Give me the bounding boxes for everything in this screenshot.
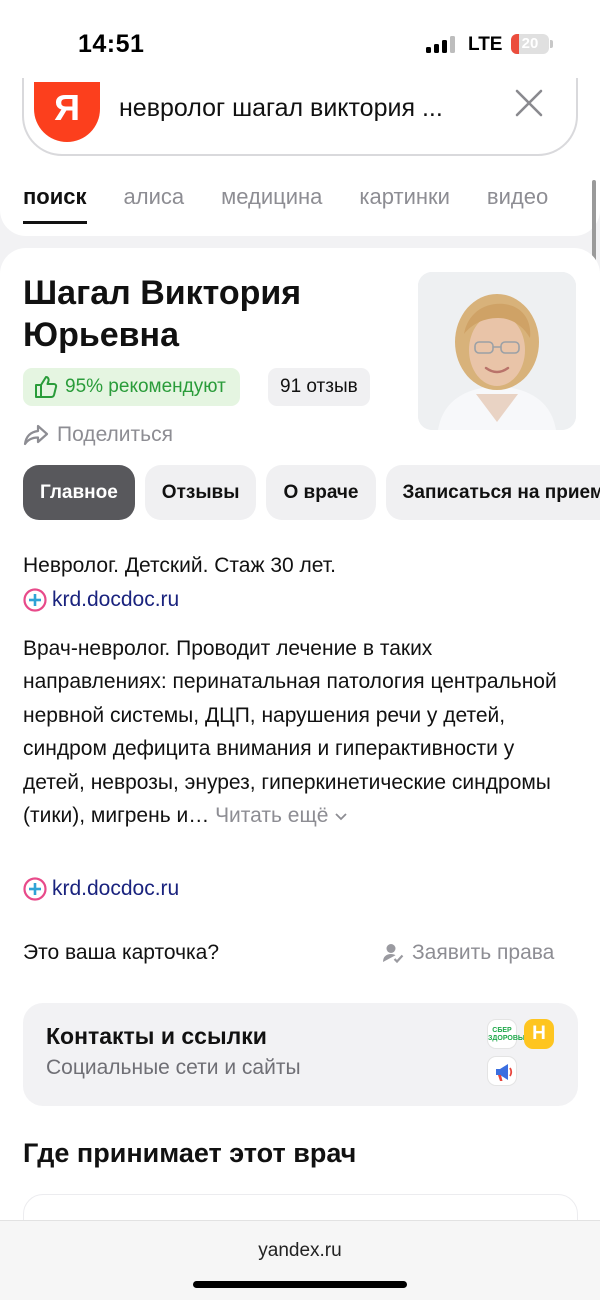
- claim-question: Это ваша карточка?: [23, 941, 220, 964]
- chip-main[interactable]: Главное: [23, 465, 135, 520]
- browser-bottom-bar: yandex.ru: [0, 1220, 600, 1300]
- share-button[interactable]: Поделиться: [23, 423, 173, 447]
- source-link-2[interactable]: krd.docdoc.ru: [23, 877, 179, 901]
- share-icon: [23, 424, 49, 446]
- home-indicator[interactable]: [193, 1281, 407, 1288]
- contacts-title: Контакты и ссылки: [46, 1023, 267, 1049]
- description-text: Врач-невролог. Проводит лечение в таких …: [23, 637, 557, 828]
- source-link-text: krd.docdoc.ru: [52, 877, 180, 900]
- doctor-summary: Невролог. Детский. Стаж 30 лет.: [23, 554, 336, 577]
- docdoc-icon: [23, 588, 47, 612]
- share-label: Поделиться: [57, 423, 173, 446]
- battery-tip: [550, 40, 553, 48]
- tab-images[interactable]: картинки: [359, 184, 450, 224]
- status-bar: 14:51 LTE 20: [0, 0, 600, 88]
- source-link[interactable]: krd.docdoc.ru: [23, 588, 179, 612]
- reviews-badge[interactable]: 91 отзыв: [268, 368, 370, 406]
- doctor-description: Врач-невролог. Проводит лечение в таких …: [23, 632, 578, 832]
- contacts-block[interactable]: Контакты и ссылки Социальные сети и сайт…: [23, 1003, 578, 1106]
- chip-about[interactable]: О враче: [266, 465, 376, 520]
- read-more-link[interactable]: Читать ещё: [215, 804, 348, 827]
- chevron-down-icon: [335, 813, 347, 821]
- status-time: 14:51: [78, 30, 145, 58]
- close-icon[interactable]: [512, 86, 546, 120]
- tab-alice[interactable]: алиса: [124, 184, 185, 224]
- network-label: LTE: [468, 34, 503, 55]
- read-more-label: Читать ещё: [215, 804, 329, 828]
- n-icon: Н: [524, 1019, 554, 1049]
- search-bar[interactable]: Я невролог шагал виктория ...: [22, 78, 578, 156]
- sber-zdorovie-icon: СБЕР ЗДОРОВЬЕ: [487, 1019, 528, 1049]
- chip-reviews[interactable]: Отзывы: [144, 465, 257, 520]
- doctor-card: Шагал Виктория Юрьевна 95% рекомендуют 9…: [0, 248, 600, 1228]
- scrollbar[interactable]: [592, 180, 596, 268]
- docdoc-icon: [23, 877, 47, 901]
- person-check-icon: [383, 944, 404, 964]
- yandex-logo[interactable]: Я: [34, 82, 100, 142]
- signal-icon: [426, 36, 455, 53]
- where-accepts-title: Где принимает этот врач: [23, 1138, 357, 1168]
- search-input[interactable]: невролог шагал виктория ...: [119, 94, 443, 123]
- contacts-subtitle: Социальные сети и сайты: [46, 1056, 301, 1079]
- tab-video[interactable]: видео: [487, 184, 548, 224]
- recommend-text: 95% рекомендуют: [65, 376, 226, 397]
- claim-rights-label: Заявить права: [412, 941, 555, 964]
- doctor-name: Шагал Виктория Юрьевна: [23, 274, 302, 354]
- doctor-photo[interactable]: [418, 272, 576, 430]
- chip-appointment[interactable]: Записаться на прием: [385, 465, 600, 520]
- url-bar[interactable]: yandex.ru: [0, 1240, 600, 1262]
- battery-icon: 20: [511, 34, 549, 54]
- recommend-badge[interactable]: 95% рекомендуют: [23, 368, 240, 406]
- header: Я невролог шагал виктория ... поиск алис…: [0, 78, 600, 236]
- search-tabs: поиск алиса медицина картинки видео: [23, 184, 548, 224]
- tab-search[interactable]: поиск: [23, 184, 87, 224]
- megaphone-icon: [487, 1056, 517, 1086]
- tab-medicine[interactable]: медицина: [221, 184, 322, 224]
- source-link-text: krd.docdoc.ru: [52, 588, 180, 611]
- section-chips: Главное Отзывы О враче Записаться на при…: [23, 465, 600, 520]
- claim-rights-button[interactable]: Заявить права: [382, 941, 554, 965]
- battery-level: 20: [521, 35, 539, 52]
- thumbs-up-icon: [35, 376, 58, 398]
